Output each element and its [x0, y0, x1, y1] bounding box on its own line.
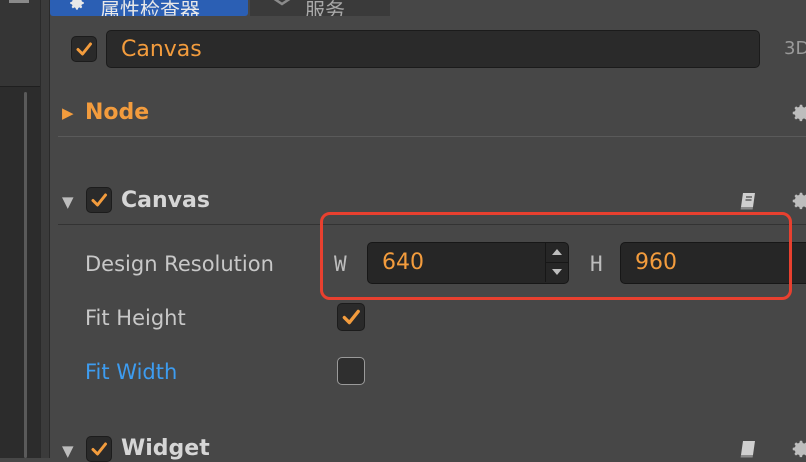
panel-splitter[interactable] — [40, 0, 50, 458]
checkmark-icon — [91, 193, 107, 207]
fit-height-label: Fit Height — [85, 306, 186, 330]
canvas-section-title[interactable]: Canvas — [121, 188, 210, 213]
fit-width-checkbox[interactable] — [337, 357, 365, 385]
fit-width-label: Fit Width — [85, 360, 178, 384]
book-icon[interactable] — [738, 190, 760, 212]
3d-toggle[interactable]: 3D — [784, 38, 806, 59]
tab-inspector-label: 属性检查器 — [100, 0, 200, 16]
caret-down-icon[interactable]: ▼ — [62, 442, 74, 460]
tab-services[interactable]: 服务 — [250, 0, 390, 16]
gear-icon — [70, 0, 84, 10]
node-name-input[interactable]: Canvas — [106, 30, 760, 68]
minimize-icon[interactable] — [9, 0, 29, 3]
services-icon — [273, 0, 291, 6]
fit-height-checkbox[interactable] — [337, 303, 365, 331]
gear-icon[interactable] — [790, 102, 806, 124]
section-divider — [58, 136, 806, 137]
left-panel — [0, 0, 40, 458]
canvas-enabled-checkbox[interactable] — [86, 187, 112, 213]
node-name-value: Canvas — [121, 37, 202, 62]
checkmark-icon — [342, 309, 360, 325]
widget-enabled-checkbox[interactable] — [86, 436, 112, 462]
node-section-title[interactable]: Node — [85, 100, 149, 125]
book-icon[interactable] — [738, 438, 760, 460]
gear-icon[interactable] — [790, 438, 806, 460]
left-scrollbar[interactable] — [24, 92, 27, 458]
tab-services-label: 服务 — [305, 0, 345, 16]
gear-icon[interactable] — [790, 190, 806, 212]
caret-right-icon[interactable]: ▶ — [62, 104, 74, 122]
caret-down-icon[interactable]: ▼ — [62, 193, 74, 211]
left-panel-header — [0, 0, 40, 87]
tab-inspector[interactable]: 属性检查器 — [50, 0, 248, 16]
checkmark-icon — [91, 442, 107, 456]
node-active-checkbox[interactable] — [71, 36, 97, 62]
annotation-highlight — [320, 212, 792, 300]
checkmark-icon — [76, 42, 92, 56]
design-resolution-label: Design Resolution — [85, 252, 274, 276]
widget-section-title[interactable]: Widget — [121, 436, 210, 461]
